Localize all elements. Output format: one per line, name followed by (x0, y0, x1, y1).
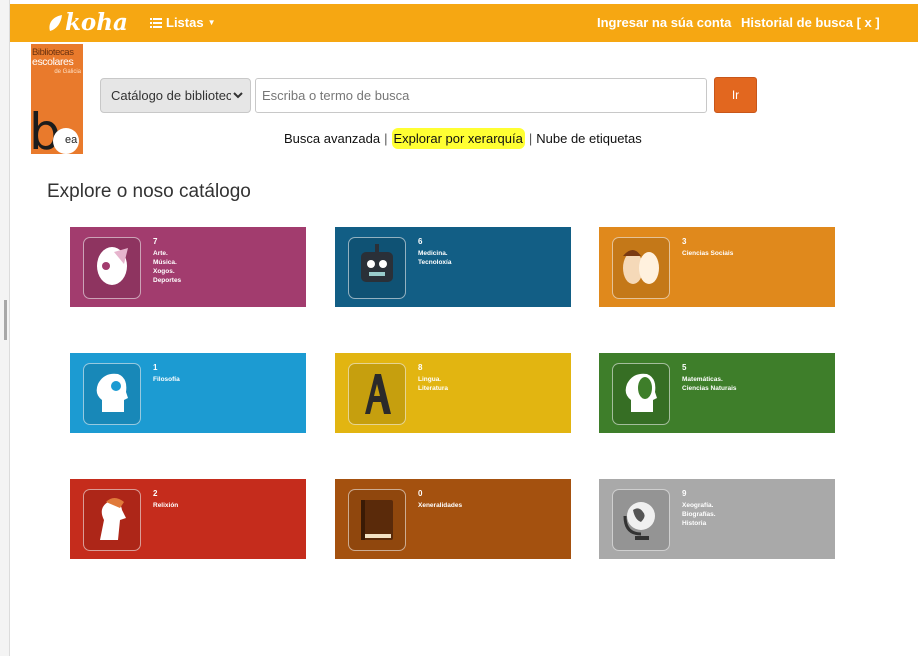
tile-label: Ciencias Sociais (682, 250, 734, 257)
tile-code: 2 (153, 489, 158, 498)
letter-a-icon (348, 363, 406, 425)
tile-code: 1 (153, 363, 158, 372)
search-go-button[interactable]: Ir (714, 77, 757, 113)
art-face-icon (83, 237, 141, 299)
category-tile-religion[interactable]: 2 Relixión (70, 479, 306, 559)
book-icon (348, 489, 406, 551)
library-select-value: Catálogo de bibliotec (111, 88, 231, 103)
link-separator: | (528, 131, 533, 146)
tile-label: Lingua. Literatura (418, 376, 448, 392)
tile-code: 0 (418, 489, 423, 498)
advanced-search-link[interactable]: Busca avanzada (284, 131, 380, 146)
tile-code: 5 (682, 363, 687, 372)
search-links: Busca avanzada | Explorar por xerarquía | Nu… (284, 128, 642, 149)
category-tile-geography[interactable]: 9 Xeografía. Biografías. Historia (599, 479, 835, 559)
tile-code: 3 (682, 237, 687, 246)
category-tile-social-sciences[interactable]: 3 Ciencias Sociais (599, 227, 835, 307)
tile-label: Medicina. Tecnoloxía (418, 250, 452, 266)
lists-menu-button[interactable]: Listas ▼ (150, 15, 216, 30)
tag-cloud-link[interactable]: Nube de etiquetas (536, 131, 642, 146)
search-history-link[interactable]: Historial de busca [ x ] (741, 15, 880, 30)
tile-code: 9 (682, 489, 687, 498)
library-select[interactable]: Catálogo de bibliotec (100, 78, 251, 113)
caret-down-icon: ▼ (207, 18, 216, 27)
top-navbar: koha Listas ▼ Ingresar na súa conta Hist… (10, 4, 918, 42)
library-logo[interactable]: Bibliotecas escolares de Galicia b ea (31, 44, 83, 154)
link-separator: | (384, 131, 388, 146)
window-left-edge (0, 0, 10, 656)
category-tile-medicine[interactable]: 6 Medicina. Tecnoloxía (335, 227, 571, 307)
tile-code: 8 (418, 363, 423, 372)
leaf-head-icon (612, 363, 670, 425)
koha-brand-link[interactable]: koha (46, 9, 128, 36)
list-icon (150, 17, 162, 28)
chevron-down-icon (233, 92, 243, 99)
lists-label: Listas (166, 15, 204, 30)
logo-text-galicia: de Galicia (54, 69, 81, 75)
tile-code: 7 (153, 237, 158, 246)
koha-leaf-icon (49, 14, 62, 31)
resize-grip[interactable] (4, 300, 7, 340)
robot-icon (348, 237, 406, 299)
login-link[interactable]: Ingresar na súa conta (597, 15, 731, 30)
category-tile-general[interactable]: 0 Xeneralidades (335, 479, 571, 559)
globe-icon (612, 489, 670, 551)
category-tile-arts[interactable]: 7 Arte. Música. Xogos. Deportes (70, 227, 306, 307)
tile-label: Filosofía (153, 376, 180, 383)
tile-code: 6 (418, 237, 423, 246)
browse-hierarchy-link[interactable]: Explorar por xerarquía (391, 128, 525, 149)
head-profile-icon (83, 363, 141, 425)
couple-icon (612, 237, 670, 299)
category-tile-natural-sciences[interactable]: 5 Matemáticas. Ciencias Naturais (599, 353, 835, 433)
category-tile-language[interactable]: 8 Lingua. Literatura (335, 353, 571, 433)
page-title: Explore o noso catálogo (47, 181, 251, 202)
logo-text-escolares: escolares (32, 56, 74, 68)
bearded-figure-icon (83, 489, 141, 551)
search-input[interactable] (255, 78, 707, 113)
tile-label: Xeneralidades (418, 502, 463, 509)
category-tile-philosophy[interactable]: 1 Filosofía (70, 353, 306, 433)
tile-label: Matemáticas. Ciencias Naturais (682, 376, 737, 392)
tile-label: Arte. Música. Xogos. Deportes (153, 250, 182, 284)
brand-label: koha (65, 9, 128, 36)
tile-label: Relixión (153, 502, 179, 509)
logo-text-ea: ea (65, 134, 78, 146)
tile-label: Xeografía. Biografías. Historia (682, 502, 716, 527)
